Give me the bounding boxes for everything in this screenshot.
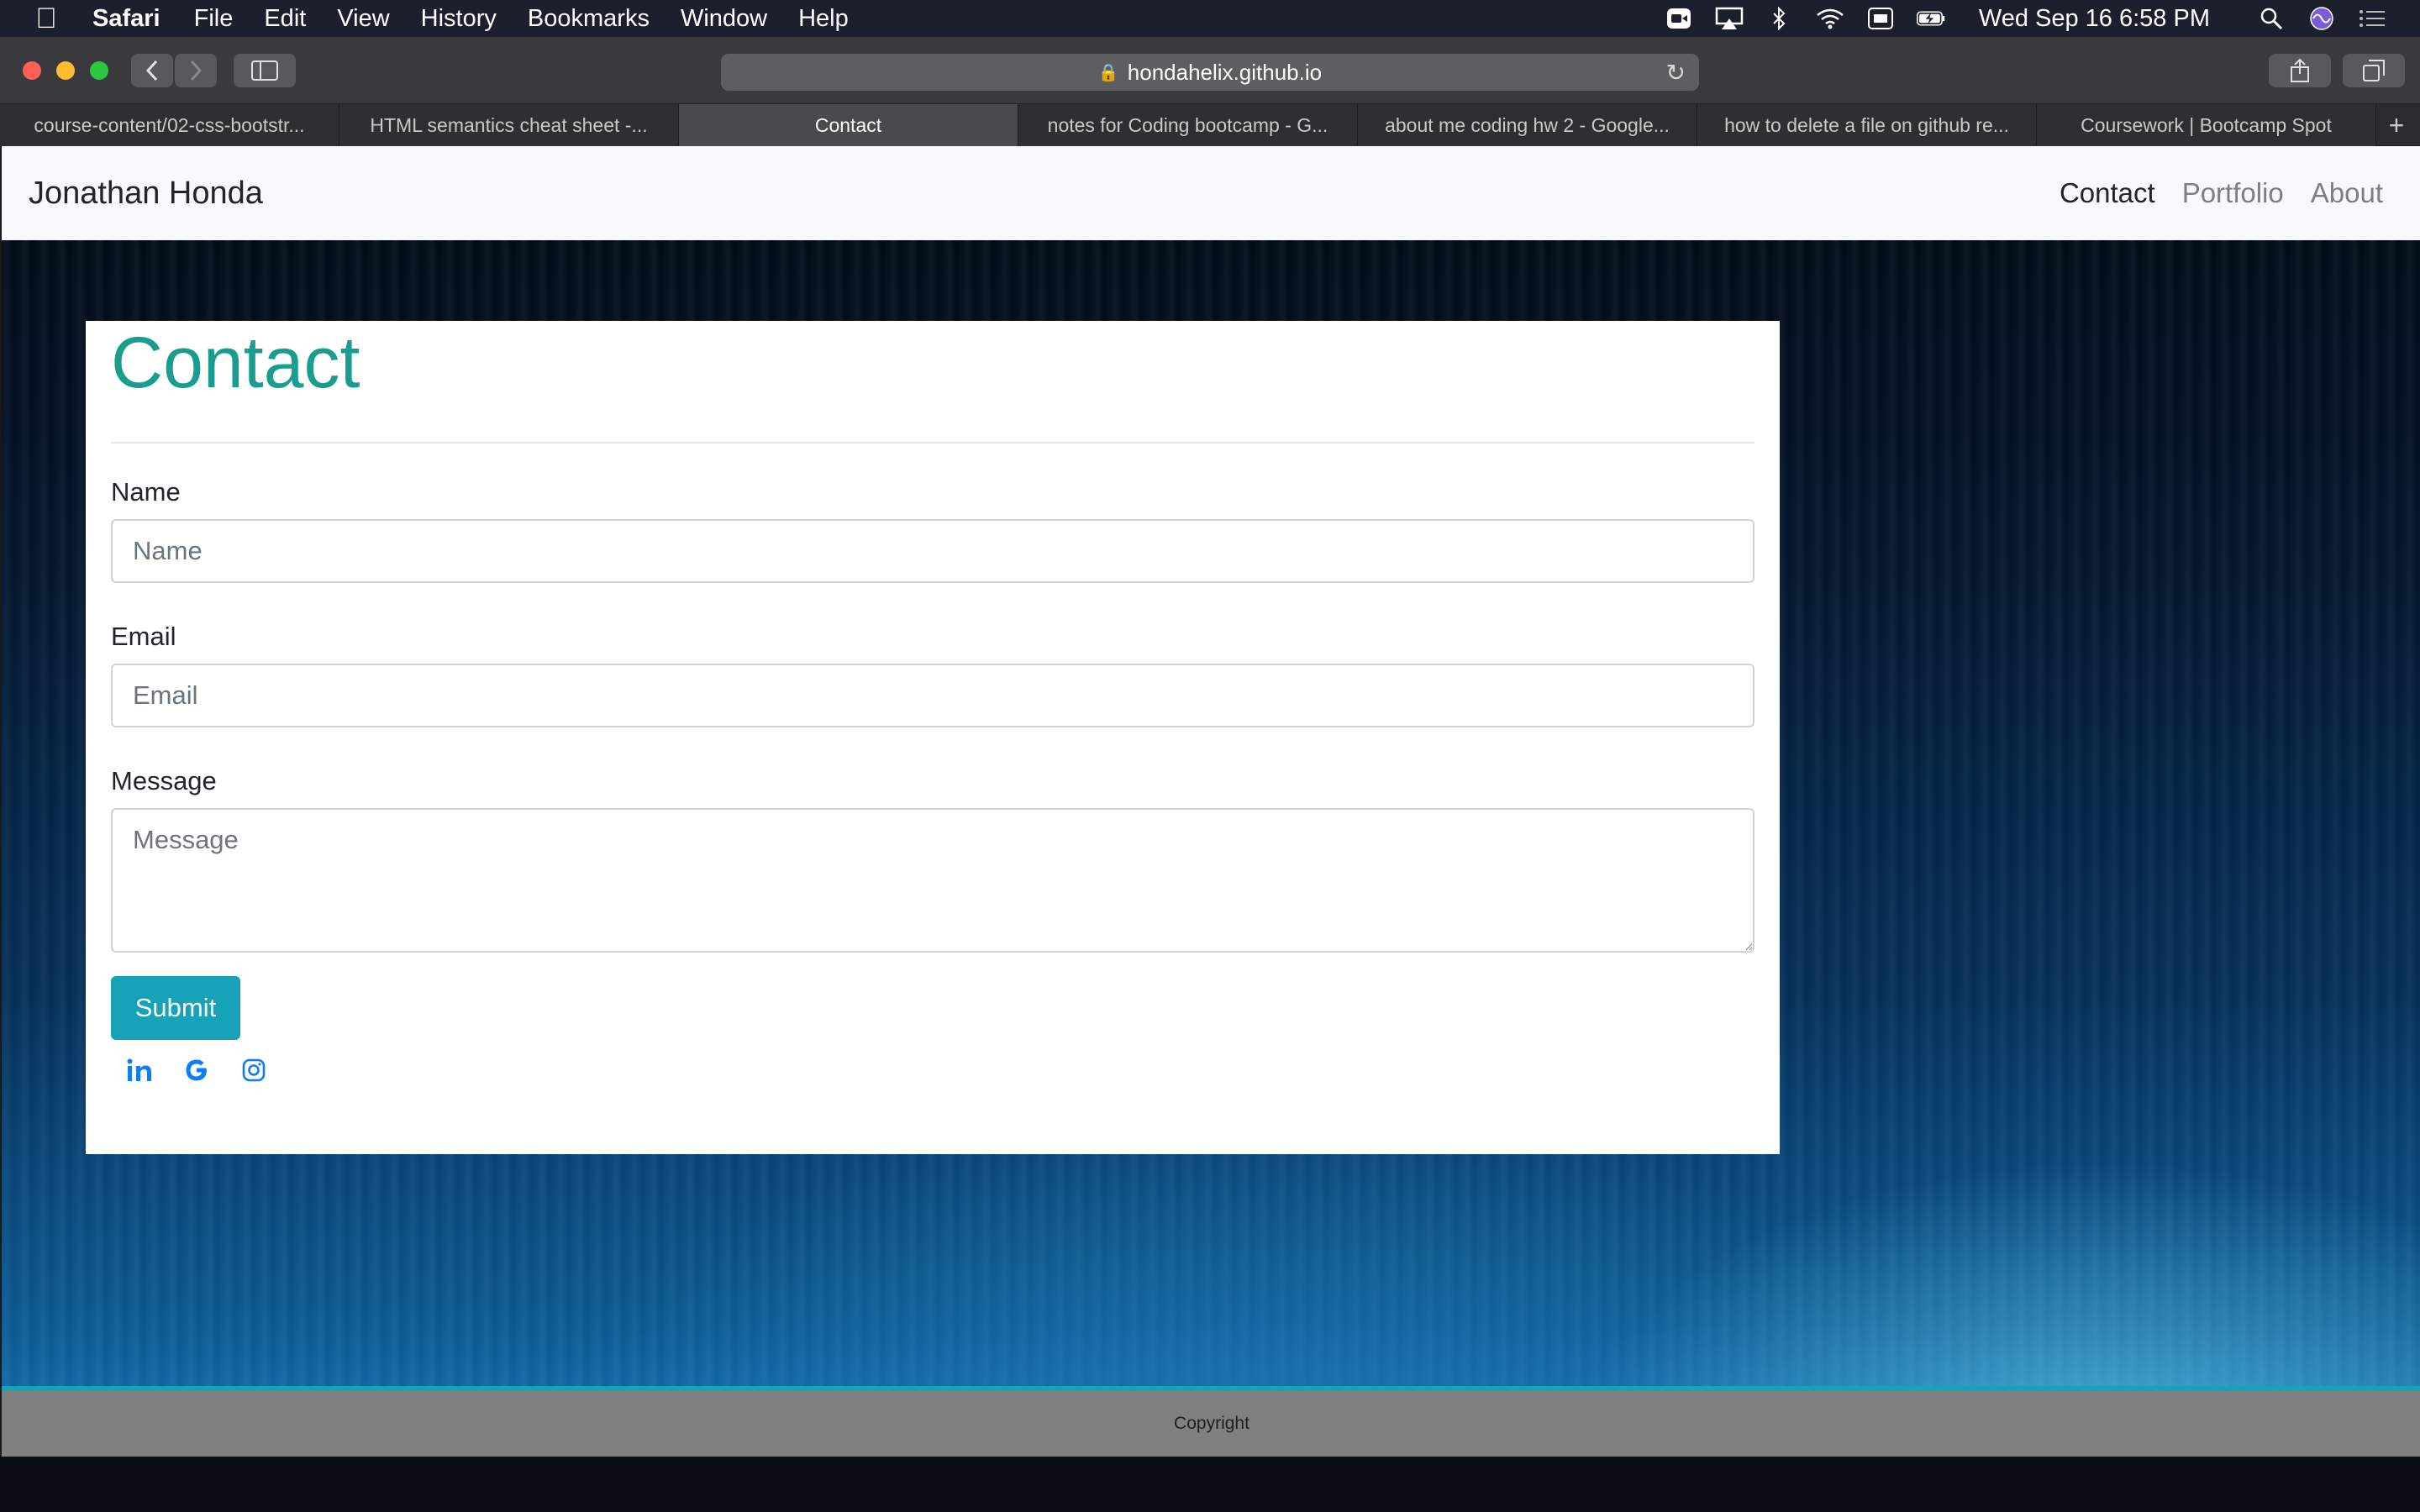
share-icon bbox=[2291, 58, 2309, 82]
nav-link-contact[interactable]: Contact bbox=[2060, 177, 2155, 209]
keyboard-input-icon[interactable] bbox=[1866, 7, 1895, 30]
browser-tab[interactable]: notes for Coding bootcamp - G... bbox=[1018, 104, 1358, 146]
message-textarea[interactable] bbox=[111, 808, 1754, 953]
menu-help[interactable]: Help bbox=[798, 5, 849, 33]
forward-button[interactable] bbox=[175, 54, 217, 87]
menubar-clock[interactable]: Wed Sep 16 6:58 PM bbox=[1979, 5, 2210, 33]
browser-tab[interactable]: how to delete a file on github re... bbox=[1697, 104, 2037, 146]
message-label: Message bbox=[111, 766, 217, 795]
bluetooth-icon[interactable] bbox=[1765, 7, 1794, 30]
page-title: Contact bbox=[111, 323, 360, 403]
url-text: hondahelix.github.io bbox=[1127, 59, 1323, 85]
menu-file[interactable]: File bbox=[194, 5, 234, 33]
camera-icon[interactable] bbox=[1665, 7, 1693, 30]
nav-link-about[interactable]: About bbox=[2311, 177, 2383, 209]
menu-app-safari[interactable]: Safari bbox=[92, 5, 160, 33]
window-close-button[interactable] bbox=[23, 61, 41, 80]
sidebar-toggle-button[interactable] bbox=[234, 54, 296, 87]
lock-icon: 🔒 bbox=[1097, 63, 1119, 82]
menu-history[interactable]: History bbox=[421, 5, 497, 33]
browser-tab[interactable]: HTML semantics cheat sheet -... bbox=[339, 104, 679, 146]
battery-icon[interactable] bbox=[1916, 7, 1945, 30]
tabs-overview-icon bbox=[2363, 60, 2385, 81]
title-divider bbox=[111, 442, 1754, 444]
back-button[interactable] bbox=[131, 54, 173, 87]
name-input[interactable] bbox=[111, 519, 1754, 583]
window-minimize-button[interactable] bbox=[56, 61, 75, 80]
browser-tab[interactable]: about me coding hw 2 - Google... bbox=[1358, 104, 1697, 146]
reload-icon[interactable]: ↻ bbox=[1666, 59, 1686, 87]
menu-bookmarks[interactable]: Bookmarks bbox=[528, 5, 650, 33]
chevron-left-icon bbox=[145, 60, 158, 81]
name-label: Name bbox=[111, 477, 181, 507]
site-nav: Contact Portfolio About bbox=[2033, 177, 2383, 209]
site-footer: Copyright bbox=[2, 1386, 2420, 1457]
contact-card: Contact Name Email Message Submit bbox=[86, 321, 1780, 1154]
apple-icon[interactable]:  bbox=[0, 3, 92, 35]
footer-copyright: Copyright bbox=[1174, 1414, 1249, 1433]
airplay-icon[interactable] bbox=[1715, 7, 1744, 30]
browser-tab[interactable]: course-content/02-css-bootstr... bbox=[0, 104, 339, 146]
window-zoom-button[interactable] bbox=[90, 61, 108, 80]
sidebar-icon bbox=[251, 60, 278, 81]
menu-edit[interactable]: Edit bbox=[264, 5, 306, 33]
tab-bar: course-content/02-css-bootstr... HTML se… bbox=[0, 104, 2420, 146]
new-tab-plus-icon[interactable]: + bbox=[2376, 104, 2417, 146]
nav-link-portfolio[interactable]: Portfolio bbox=[2182, 177, 2284, 209]
wifi-icon[interactable] bbox=[1816, 7, 1844, 30]
browser-tab-active[interactable]: Contact bbox=[679, 104, 1018, 146]
desktop-strip bbox=[0, 1457, 2420, 1512]
address-bar[interactable]: 🔒 hondahelix.github.io ↻ bbox=[721, 54, 1699, 91]
spotlight-search-icon[interactable] bbox=[2257, 7, 2286, 30]
share-button[interactable] bbox=[2269, 54, 2331, 87]
site-navbar: Jonathan Honda Contact Portfolio About bbox=[2, 146, 2420, 240]
browser-toolbar: 🔒 hondahelix.github.io ↻ bbox=[0, 37, 2420, 104]
email-input[interactable] bbox=[111, 664, 1754, 727]
menu-bar:  Safari File Edit View History Bookmark… bbox=[0, 0, 2420, 37]
tab-overview-button[interactable] bbox=[2343, 54, 2405, 87]
site-brand[interactable]: Jonathan Honda bbox=[29, 176, 263, 212]
menu-window[interactable]: Window bbox=[681, 5, 767, 33]
web-page: Jonathan Honda Contact Portfolio About C… bbox=[0, 146, 2420, 1457]
menu-view[interactable]: View bbox=[337, 5, 389, 33]
browser-tab[interactable]: Coursework | Bootcamp Spot bbox=[2037, 104, 2376, 146]
submit-button[interactable]: Submit bbox=[111, 976, 240, 1040]
instagram-icon[interactable] bbox=[237, 1053, 271, 1087]
email-label: Email bbox=[111, 622, 176, 651]
linkedin-icon[interactable] bbox=[123, 1053, 156, 1087]
google-icon[interactable] bbox=[180, 1053, 213, 1087]
chevron-right-icon bbox=[190, 60, 203, 81]
notification-center-icon[interactable] bbox=[2358, 7, 2386, 30]
siri-icon[interactable] bbox=[2307, 7, 2336, 30]
